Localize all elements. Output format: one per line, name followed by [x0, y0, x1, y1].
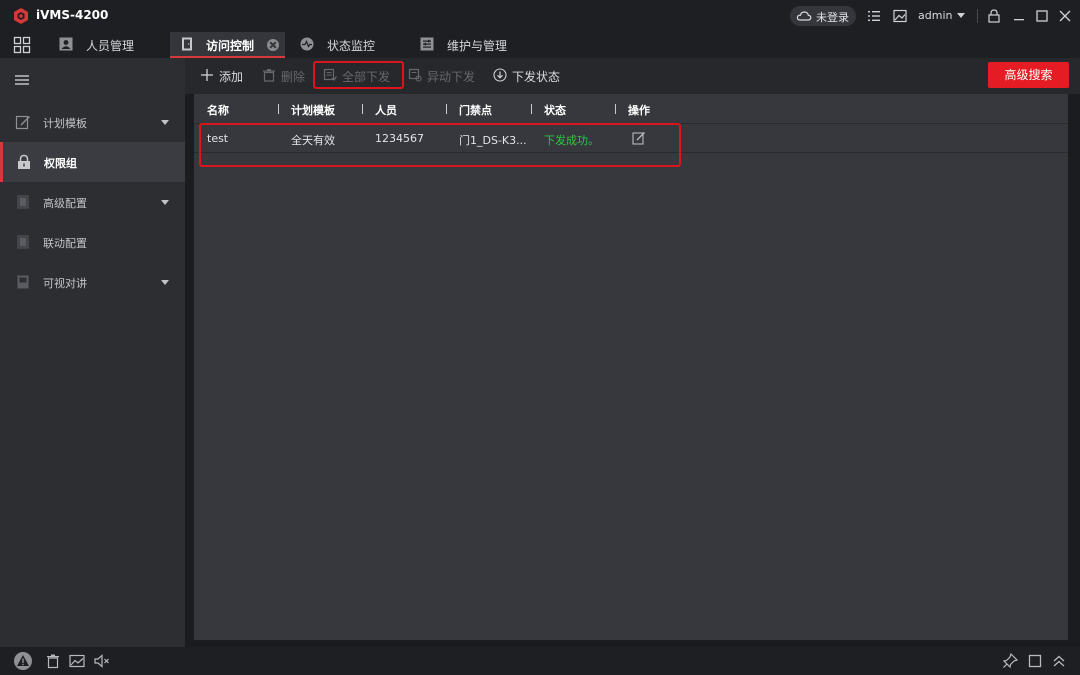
- login-status-label: 未登录: [816, 11, 849, 24]
- maximize-icon[interactable]: [1034, 8, 1050, 24]
- trash-icon: [263, 69, 275, 82]
- door-icon: [182, 37, 192, 51]
- table-row[interactable]: test 全天有效 1234567 门1_DS-K3... 下发成功。: [194, 125, 1068, 153]
- table-header: 名称 计划模板 人员 门禁点 状态 操作: [194, 94, 1068, 124]
- sidebar-item-permission-group[interactable]: 权限组: [0, 142, 185, 182]
- sidebar-item-label: 高级配置: [43, 197, 87, 210]
- chevron-down-icon[interactable]: [957, 13, 965, 18]
- column-header-name[interactable]: 名称: [207, 102, 229, 118]
- document-icon: [17, 195, 29, 209]
- pin-icon[interactable]: [1001, 652, 1019, 670]
- intercom-icon: [17, 275, 29, 289]
- sidebar-item-video-intercom[interactable]: 可视对讲: [0, 262, 185, 302]
- document-icon: [17, 235, 29, 249]
- tab-label: 访问控制: [206, 39, 255, 53]
- hamburger-menu-icon[interactable]: [15, 74, 29, 86]
- add-button-label: 添加: [219, 70, 244, 84]
- apply-status-button-label: 下发状态: [512, 70, 561, 84]
- cell-person: 1234567: [375, 132, 424, 145]
- tab-label: 维护与管理: [447, 39, 508, 53]
- apply-status-button[interactable]: 下发状态: [493, 58, 573, 94]
- cell-door: 门1_DS-K3...: [459, 134, 527, 147]
- chevron-down-icon[interactable]: [161, 120, 169, 125]
- apply-changed-icon: [408, 68, 422, 82]
- edit-document-icon: [15, 115, 30, 130]
- plus-icon: [201, 69, 213, 81]
- sidebar-item-label: 权限组: [44, 157, 77, 170]
- tab-status-monitor[interactable]: 状态监控: [299, 32, 409, 58]
- column-divider[interactable]: [446, 104, 447, 114]
- module-tab-bar: 人员管理 访问控制 状态监控 维护与管理: [0, 32, 1080, 58]
- mute-icon[interactable]: [93, 652, 111, 670]
- sidebar-item-label: 联动配置: [43, 237, 87, 250]
- minimize-icon[interactable]: [1011, 8, 1027, 24]
- monitor-icon: [300, 37, 314, 51]
- column-header-status[interactable]: 状态: [544, 102, 566, 118]
- close-icon[interactable]: [1057, 8, 1073, 24]
- sidebar-item-label: 计划模板: [43, 117, 87, 130]
- app-logo-icon: [14, 8, 28, 24]
- cell-template: 全天有效: [291, 134, 335, 147]
- apply-all-button[interactable]: 全部下发: [323, 58, 403, 94]
- tab-person-management[interactable]: 人员管理: [58, 32, 168, 58]
- edit-icon[interactable]: [632, 131, 646, 145]
- cell-name: test: [207, 132, 229, 145]
- toolbar: 添加 删除 全部下发 异动下发 下发状态 高级搜索: [185, 58, 1080, 94]
- sidebar-item-linkage-config[interactable]: 联动配置: [0, 222, 185, 262]
- lock-group-icon: [18, 154, 30, 169]
- trash-icon[interactable]: [44, 652, 62, 670]
- apply-all-icon: [323, 68, 337, 81]
- column-divider[interactable]: [615, 104, 616, 114]
- cloud-login-button[interactable]: 未登录: [790, 6, 856, 26]
- delete-button[interactable]: 删除: [262, 58, 322, 94]
- download-circle-icon: [493, 68, 507, 82]
- sidebar-item-label: 可视对讲: [43, 277, 87, 290]
- permission-group-table: 名称 计划模板 人员 门禁点 状态 操作 test 全天有效 1234567 门…: [194, 94, 1068, 640]
- advanced-search-button[interactable]: 高级搜索: [988, 62, 1069, 88]
- chevron-down-icon[interactable]: [161, 200, 169, 205]
- column-header-action[interactable]: 操作: [628, 102, 650, 118]
- sidebar-item-advanced-config[interactable]: 高级配置: [0, 182, 185, 222]
- apply-all-button-label: 全部下发: [342, 70, 391, 84]
- picture-icon[interactable]: [892, 8, 908, 24]
- settings-panel-icon: [420, 37, 434, 51]
- grid-menu-icon[interactable]: [13, 36, 31, 54]
- lock-icon[interactable]: [986, 8, 1002, 24]
- column-header-person[interactable]: 人员: [375, 102, 397, 118]
- image-icon[interactable]: [68, 652, 86, 670]
- sidebar: 计划模板 权限组 高级配置 联动配置 可视对讲: [0, 58, 185, 647]
- apply-changed-button[interactable]: 异动下发: [408, 58, 488, 94]
- tab-access-control[interactable]: 访问控制: [170, 32, 285, 58]
- delete-button-label: 删除: [281, 70, 306, 84]
- tab-label: 人员管理: [86, 39, 135, 53]
- sidebar-item-schedule-template[interactable]: 计划模板: [0, 102, 185, 142]
- add-button[interactable]: 添加: [200, 58, 260, 94]
- column-header-door[interactable]: 门禁点: [459, 102, 492, 118]
- cell-status: 下发成功。: [544, 134, 599, 147]
- app-title: iVMS-4200: [36, 8, 109, 22]
- column-divider[interactable]: [531, 104, 532, 114]
- warning-icon[interactable]: [13, 651, 33, 671]
- tab-label: 状态监控: [327, 39, 376, 53]
- window-icon[interactable]: [1026, 652, 1044, 670]
- tab-maintenance-management[interactable]: 维护与管理: [419, 32, 539, 58]
- column-header-template[interactable]: 计划模板: [291, 102, 335, 118]
- close-tab-icon[interactable]: [267, 39, 279, 51]
- divider: [977, 9, 978, 23]
- list-icon[interactable]: [866, 8, 882, 24]
- status-bar: [0, 647, 1080, 675]
- chevron-down-icon[interactable]: [161, 280, 169, 285]
- cloud-icon: [796, 11, 812, 21]
- column-divider[interactable]: [278, 104, 279, 114]
- column-divider[interactable]: [362, 104, 363, 114]
- title-bar: iVMS-4200 未登录 admin: [0, 0, 1080, 32]
- user-name[interactable]: admin: [918, 9, 952, 22]
- apply-changed-button-label: 异动下发: [427, 70, 476, 84]
- person-card-icon: [59, 37, 73, 51]
- double-chevron-up-icon[interactable]: [1050, 652, 1068, 670]
